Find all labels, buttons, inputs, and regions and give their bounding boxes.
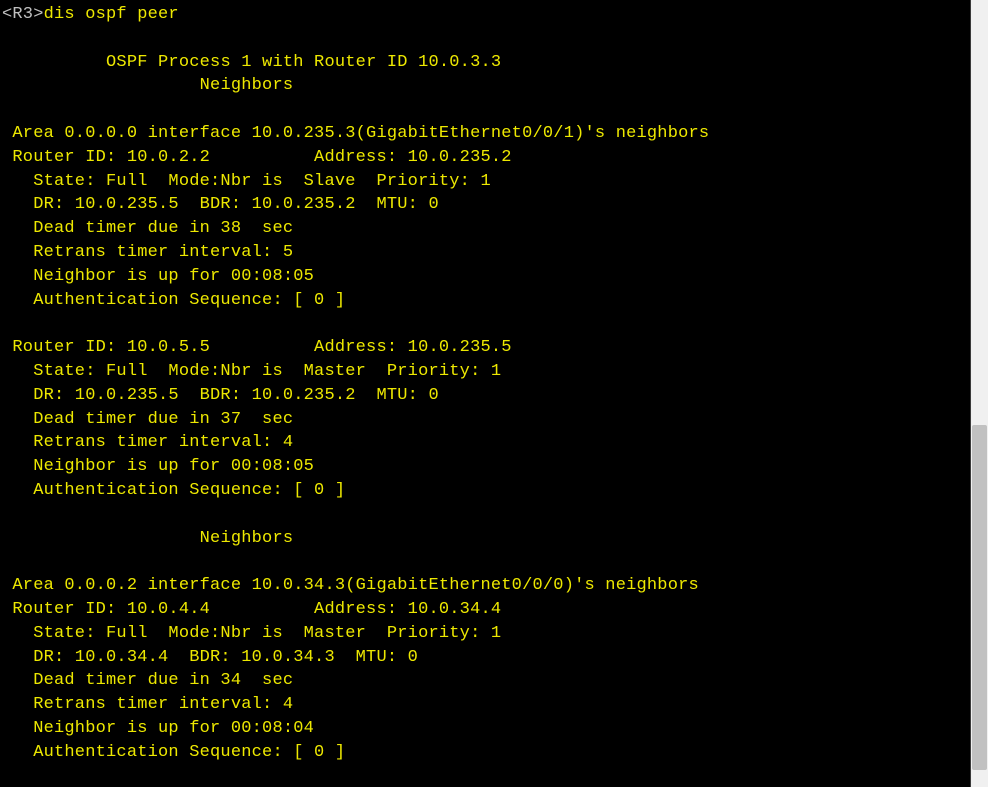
peer-auth: Authentication Sequence: [ 0 ] [2,479,968,503]
peer-state: State: Full Mode:Nbr is Master Priority:… [2,622,968,646]
peer-uptime: Neighbor is up for 00:08:04 [2,717,968,741]
peer-dead-timer: Dead timer due in 34 sec [2,669,968,693]
scrollbar-thumb[interactable] [972,425,987,770]
blank-line [2,312,968,336]
neighbors-header: Neighbors [2,74,968,98]
vertical-scrollbar[interactable] [971,0,988,787]
blank-line [2,550,968,574]
peer-state: State: Full Mode:Nbr is Slave Priority: … [2,170,968,194]
peer-router-id: Router ID: 10.0.4.4 Address: 10.0.34.4 [2,598,968,622]
blank-line [2,27,968,51]
peer-dr-bdr: DR: 10.0.34.4 BDR: 10.0.34.3 MTU: 0 [2,646,968,670]
peer-dr-bdr: DR: 10.0.235.5 BDR: 10.0.235.2 MTU: 0 [2,193,968,217]
peer-uptime: Neighbor is up for 00:08:05 [2,265,968,289]
peer-uptime: Neighbor is up for 00:08:05 [2,455,968,479]
prompt-host: <R3> [2,5,44,24]
command-text: dis ospf peer [44,5,179,24]
peer-dead-timer: Dead timer due in 37 sec [2,408,968,432]
ospf-process-line: OSPF Process 1 with Router ID 10.0.3.3 [2,51,968,75]
peer-auth: Authentication Sequence: [ 0 ] [2,289,968,313]
neighbors-header: Neighbors [2,527,968,551]
peer-dead-timer: Dead timer due in 38 sec [2,217,968,241]
area0-interface-line: Area 0.0.0.0 interface 10.0.235.3(Gigabi… [2,122,968,146]
prompt-line: <R3>dis ospf peer [2,3,968,27]
peer-state: State: Full Mode:Nbr is Master Priority:… [2,360,968,384]
area2-interface-line: Area 0.0.0.2 interface 10.0.34.3(Gigabit… [2,574,968,598]
peer-dr-bdr: DR: 10.0.235.5 BDR: 10.0.235.2 MTU: 0 [2,384,968,408]
blank-line [2,98,968,122]
peer-auth: Authentication Sequence: [ 0 ] [2,741,968,765]
blank-line [2,503,968,527]
peer-retrans: Retrans timer interval: 4 [2,431,968,455]
peer-retrans: Retrans timer interval: 4 [2,693,968,717]
peer-router-id: Router ID: 10.0.2.2 Address: 10.0.235.2 [2,146,968,170]
terminal-output[interactable]: <R3>dis ospf peer OSPF Process 1 with Ro… [0,0,971,787]
peer-retrans: Retrans timer interval: 5 [2,241,968,265]
peer-router-id: Router ID: 10.0.5.5 Address: 10.0.235.5 [2,336,968,360]
